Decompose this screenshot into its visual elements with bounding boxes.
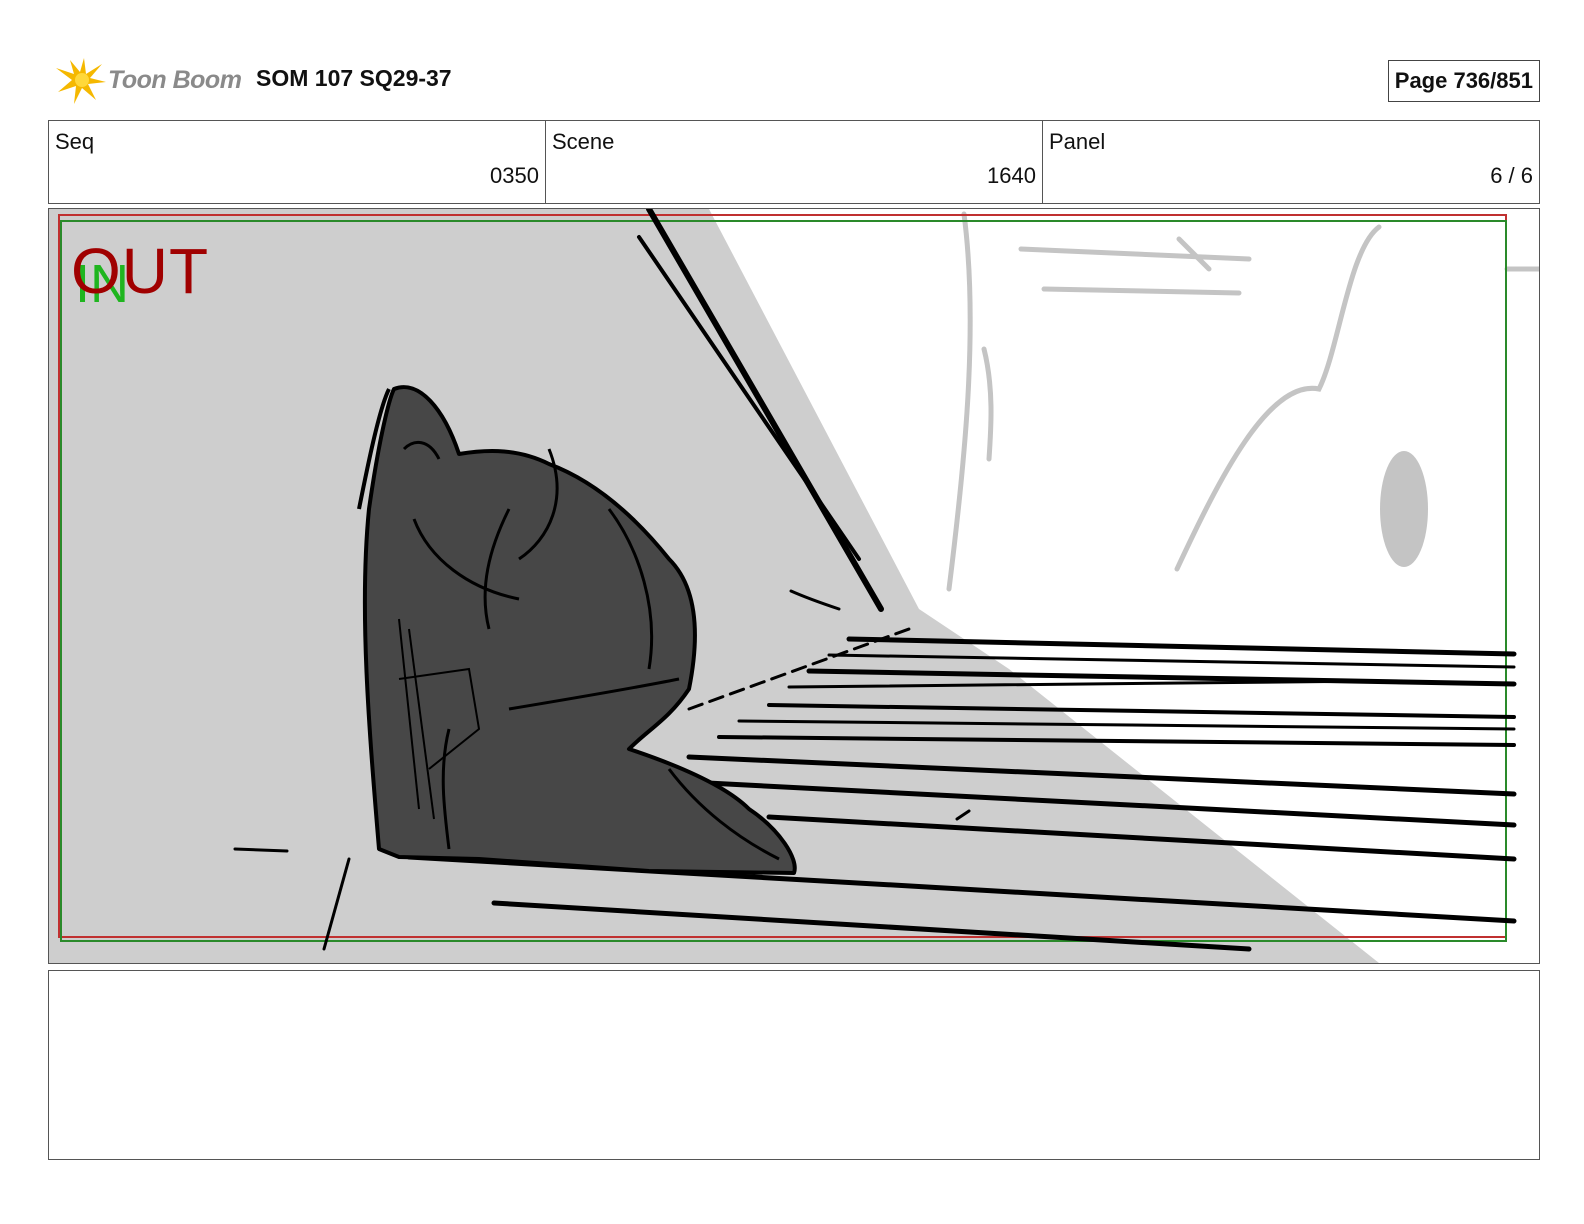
scene-value: 1640 <box>987 163 1036 188</box>
starburst-icon <box>56 58 106 104</box>
background-blob <box>1380 451 1428 567</box>
scene-cell: Scene 1640 <box>546 121 1043 203</box>
panel-cell: Panel 6 / 6 <box>1043 121 1539 203</box>
logo-text: Toon Boom <box>108 66 242 94</box>
panel-value: 6 / 6 <box>1490 163 1533 188</box>
background-sketch <box>946 211 1539 592</box>
out-marker: OUT <box>71 235 210 307</box>
storyboard-panel: IN OUT <box>48 208 1540 964</box>
document-title: SOM 107 SQ29-37 <box>256 65 452 91</box>
page-header: Toon Boom SOM 107 SQ29-37 Page 736/851 <box>48 52 1540 108</box>
notes-area[interactable] <box>48 970 1540 1160</box>
seq-label: Seq <box>55 129 95 154</box>
page-number: Page 736/851 <box>1387 60 1540 102</box>
seq-cell: Seq 0350 <box>49 121 546 203</box>
scene-label: Scene <box>552 129 615 154</box>
seq-value: 0350 <box>490 163 539 188</box>
info-row: Seq 0350 Scene 1640 Panel 6 / 6 <box>48 120 1540 204</box>
panel-drawing <box>49 209 1539 963</box>
panel-label: Panel <box>1049 129 1106 154</box>
toon-boom-logo: Toon Boom <box>52 54 242 106</box>
